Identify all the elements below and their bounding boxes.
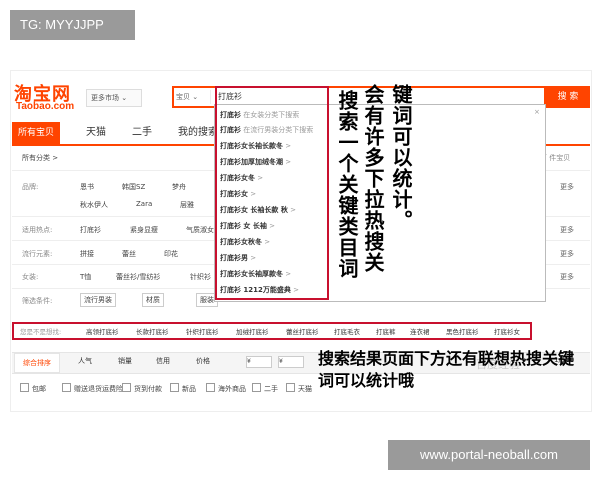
filter-label-hot: 适用热点: bbox=[22, 226, 53, 234]
filter-item[interactable]: 拼接 bbox=[80, 249, 94, 259]
sort-credit[interactable]: 信用 bbox=[156, 356, 170, 366]
filter-item[interactable]: 梦舟 bbox=[172, 182, 186, 192]
related-search-item[interactable]: 蕾丝打底衫 bbox=[286, 326, 319, 336]
breadcrumb[interactable]: 所有分类 > bbox=[22, 153, 58, 163]
annotation-column-2: 会有许多下拉热搜关 bbox=[361, 84, 385, 273]
filter-item[interactable]: 针织衫 bbox=[190, 272, 211, 282]
filter-label-women: 女装: bbox=[22, 273, 39, 281]
market-select[interactable]: 更多市场 ⌄ bbox=[86, 89, 142, 107]
annotation-bottom: 搜索结果页面下方还有联想热搜关键词可以统计哦 bbox=[318, 349, 575, 390]
checkbox-return-insurance[interactable]: 赠送退货运费险 bbox=[62, 383, 123, 394]
checkbox-new[interactable]: 新品 bbox=[170, 383, 196, 394]
filter-select[interactable]: 材质 bbox=[142, 293, 164, 307]
filter-label-element: 流行元素: bbox=[22, 250, 53, 258]
filter-item[interactable]: 打底衫 bbox=[80, 225, 101, 235]
filter-item[interactable]: 韩国SZ bbox=[122, 182, 145, 192]
search-type-select[interactable]: 宝贝 ⌄ bbox=[176, 90, 211, 104]
filter-label-conditions: 筛选条件: bbox=[22, 297, 53, 305]
sort-default[interactable]: 综合排序 bbox=[14, 353, 60, 373]
close-icon[interactable]: × bbox=[534, 108, 540, 116]
filter-item[interactable]: 恩书 bbox=[80, 182, 94, 192]
checkbox-free-shipping[interactable]: 包邮 bbox=[20, 383, 46, 394]
related-search-item[interactable]: 打底衫女 bbox=[494, 326, 520, 336]
search-button[interactable]: 搜 索 bbox=[546, 86, 590, 108]
related-search-item[interactable]: 黑色打底衫 bbox=[446, 326, 479, 336]
tab-tmall[interactable]: 天猫 bbox=[86, 122, 106, 144]
tab-my-search[interactable]: 我的搜索 bbox=[178, 122, 218, 144]
price-min-input[interactable]: ¥ bbox=[246, 356, 272, 368]
taobao-logo-en: Taobao.com bbox=[16, 101, 75, 112]
related-search-label: 您是不是想找: bbox=[20, 328, 62, 336]
filter-item[interactable]: 蕾丝 bbox=[122, 249, 136, 259]
filter-item[interactable]: 蕾丝衫/雪纺衫 bbox=[116, 272, 160, 282]
watermark-tag: TG: MYYJJPP bbox=[10, 10, 135, 40]
sort-price[interactable]: 价格 bbox=[196, 356, 210, 366]
checkbox-tmall[interactable]: 天猫 bbox=[286, 383, 312, 394]
more-button[interactable]: 更多 bbox=[560, 225, 574, 235]
price-max-input[interactable]: ¥ bbox=[278, 356, 304, 368]
related-search-item[interactable]: 连衣裙 bbox=[410, 326, 430, 336]
filter-item[interactable]: Zara bbox=[136, 200, 152, 208]
related-search-item[interactable]: 长款打底衫 bbox=[136, 326, 169, 336]
more-button[interactable]: 更多 bbox=[560, 272, 574, 282]
related-search-item[interactable]: 高领打底衫 bbox=[86, 326, 119, 336]
sort-sales[interactable]: 销量 bbox=[118, 356, 132, 366]
related-search-item[interactable]: 打底裤 bbox=[376, 326, 396, 336]
filter-item[interactable]: 印花 bbox=[164, 249, 178, 259]
filter-item[interactable]: 气质淑女 bbox=[186, 225, 214, 235]
checkbox-overseas[interactable]: 海外商品 bbox=[206, 383, 246, 394]
filter-label-brand: 品牌: bbox=[22, 183, 39, 191]
filter-item[interactable]: T恤 bbox=[80, 272, 91, 282]
related-search-item[interactable]: 打底毛衣 bbox=[334, 326, 360, 336]
sort-popularity[interactable]: 人气 bbox=[78, 356, 92, 366]
tab-all-items[interactable]: 所有宝贝 bbox=[12, 122, 60, 144]
filter-item[interactable]: 秋水伊人 bbox=[80, 200, 108, 210]
tab-second-hand[interactable]: 二手 bbox=[132, 122, 152, 144]
annotation-column-3: 键词可以统计。 bbox=[389, 84, 413, 231]
checkbox-second-hand[interactable]: 二手 bbox=[252, 383, 278, 394]
annotation-column-1: 搜索一个关键类目词 bbox=[335, 90, 359, 279]
more-button[interactable]: 更多 bbox=[560, 182, 574, 192]
suggestion-highlight-box bbox=[215, 86, 329, 300]
related-search-item[interactable]: 针织打底衫 bbox=[186, 326, 219, 336]
more-button[interactable]: 更多 bbox=[560, 249, 574, 259]
filter-item[interactable]: 层雅 bbox=[180, 200, 194, 210]
site-watermark: www.portal-neoball.com bbox=[388, 440, 590, 470]
filter-select[interactable]: 流行男装 bbox=[80, 293, 116, 307]
checkbox-cod[interactable]: 货到付款 bbox=[122, 383, 162, 394]
filter-item[interactable]: 紧身显瘦 bbox=[130, 225, 158, 235]
related-search-item[interactable]: 加绒打底衫 bbox=[236, 326, 269, 336]
